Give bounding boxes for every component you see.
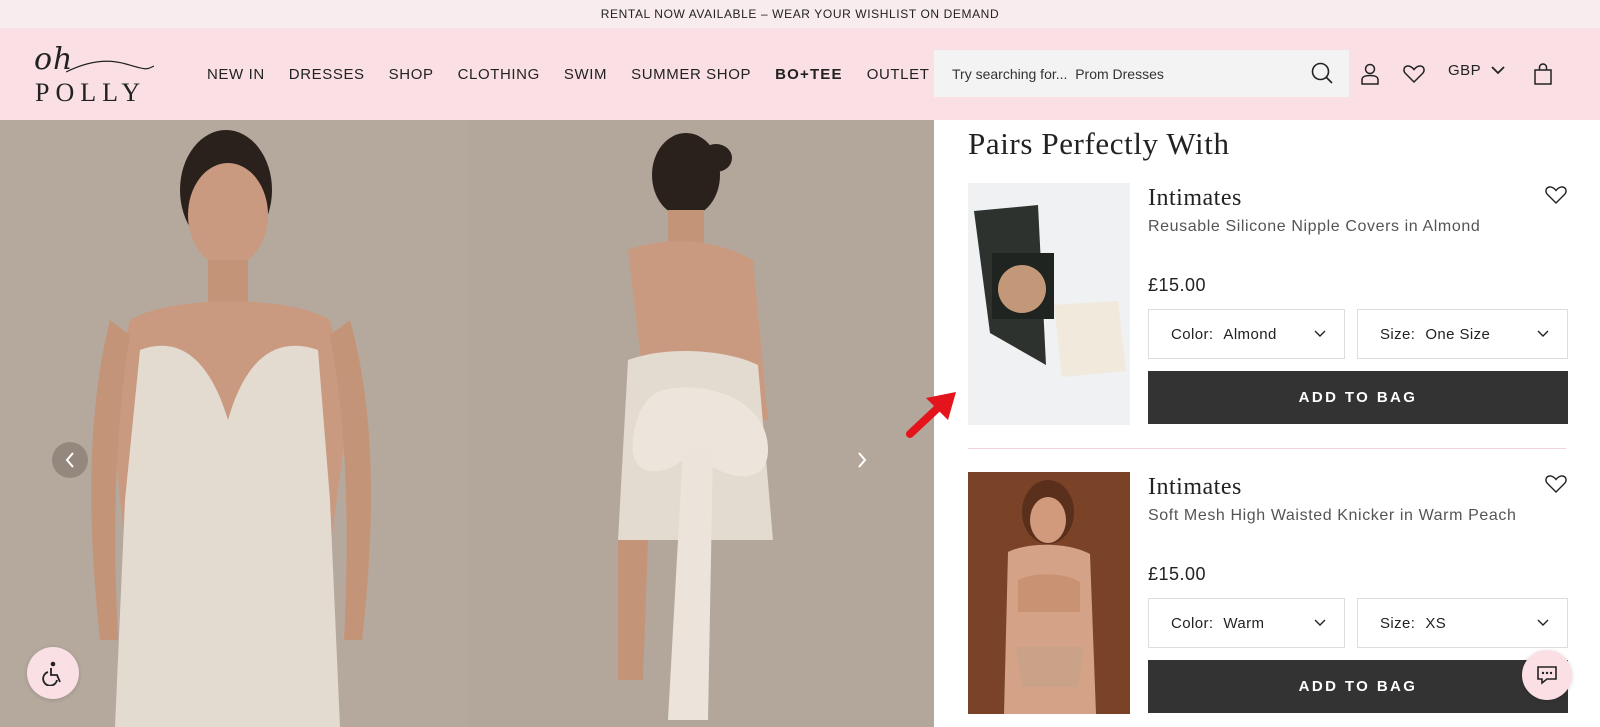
product-card: Intimates Reusable Silicone Nipple Cover… [968, 183, 1568, 425]
product-price: £15.00 [1148, 275, 1207, 295]
color-select[interactable]: Color: Warm [1148, 598, 1345, 648]
announcement-text: RENTAL NOW AVAILABLE – WEAR YOUR WISHLIS… [600, 7, 1000, 21]
search-bar [934, 50, 1349, 97]
nav-outlet[interactable]: OUTLET [867, 66, 930, 83]
search-icon[interactable] [1311, 62, 1333, 84]
nav-shop[interactable]: SHOP [389, 66, 434, 83]
add-to-bag-button[interactable]: ADD TO BAG [1148, 371, 1568, 424]
logo-swoosh [66, 60, 154, 73]
product-category: Intimates [1148, 185, 1242, 211]
wishlist-heart-icon[interactable] [1544, 472, 1568, 496]
size-value: One Size [1425, 325, 1491, 343]
add-to-bag-button[interactable]: ADD TO BAG [1148, 660, 1568, 713]
product-price: £15.00 [1148, 564, 1207, 584]
currency-label: GBP [1448, 62, 1482, 79]
gallery-next-button[interactable] [844, 442, 880, 478]
site-header: oh POLLY NEW IN DRESSES SHOP CLOTHING SW… [0, 28, 1600, 120]
color-label: Color: [1171, 614, 1214, 632]
main-nav: NEW IN DRESSES SHOP CLOTHING SWIM SUMMER… [207, 28, 954, 120]
bag-icon[interactable] [1531, 62, 1555, 86]
pairs-perfectly-panel: Pairs Perfectly With Intimates Reusable … [934, 120, 1600, 727]
chat-bubble-icon [1537, 666, 1557, 685]
section-title: Pairs Perfectly With [968, 126, 1230, 161]
chevron-down-icon [1314, 619, 1326, 626]
product-thumbnail[interactable] [968, 183, 1130, 425]
product-name[interactable]: Soft Mesh High Waisted Knicker in Warm P… [1148, 507, 1568, 525]
color-select[interactable]: Color: Almond [1148, 309, 1345, 359]
size-value: XS [1425, 614, 1447, 632]
brand-logo[interactable]: oh POLLY [30, 42, 154, 107]
heart-icon[interactable] [1402, 62, 1426, 86]
chat-button[interactable] [1522, 650, 1572, 700]
chevron-down-icon [1537, 330, 1549, 337]
size-select[interactable]: Size: One Size [1357, 309, 1568, 359]
accessibility-button[interactable] [27, 647, 79, 699]
product-gallery [0, 120, 934, 727]
chevron-left-icon [65, 452, 74, 468]
color-label: Color: [1171, 325, 1214, 343]
search-input[interactable] [952, 65, 1292, 82]
nav-new-in[interactable]: NEW IN [207, 66, 265, 83]
product-photo-front [0, 120, 468, 727]
chevron-down-icon [1537, 619, 1549, 626]
nav-swim[interactable]: SWIM [564, 66, 607, 83]
annotation-arrow-icon [906, 392, 956, 438]
product-thumbnail[interactable] [968, 472, 1130, 714]
product-card: Intimates Soft Mesh High Waisted Knicker… [968, 472, 1568, 714]
size-select[interactable]: Size: XS [1357, 598, 1568, 648]
announcement-bar: RENTAL NOW AVAILABLE – WEAR YOUR WISHLIS… [0, 0, 1600, 28]
product-divider [968, 448, 1566, 449]
currency-selector[interactable]: GBP [1448, 62, 1505, 79]
product-category: Intimates [1148, 474, 1242, 500]
gallery-prev-button[interactable] [52, 442, 88, 478]
product-photo-back [468, 120, 934, 727]
color-value: Warm [1223, 614, 1265, 632]
chevron-down-icon [1314, 330, 1326, 337]
color-value: Almond [1223, 325, 1277, 343]
account-icon[interactable] [1358, 62, 1382, 86]
nav-summer-shop[interactable]: SUMMER SHOP [631, 66, 751, 83]
product-name[interactable]: Reusable Silicone Nipple Covers in Almon… [1148, 218, 1568, 236]
size-label: Size: [1380, 614, 1416, 632]
size-label: Size: [1380, 325, 1416, 343]
nav-bo-tee[interactable]: BO+TEE [775, 66, 843, 83]
chevron-right-icon [858, 452, 867, 468]
nav-dresses[interactable]: DRESSES [289, 66, 365, 83]
wishlist-heart-icon[interactable] [1544, 183, 1568, 207]
chevron-down-icon [1491, 66, 1505, 75]
nav-clothing[interactable]: CLOTHING [458, 66, 540, 83]
accessibility-icon [42, 661, 61, 686]
logo-polly: POLLY [35, 78, 147, 107]
